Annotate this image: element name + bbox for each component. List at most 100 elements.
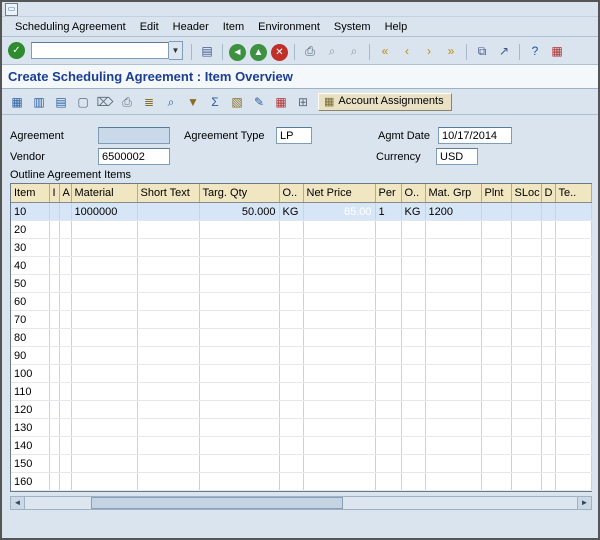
conditions-icon[interactable]: ✎ <box>249 92 269 112</box>
cell[interactable] <box>511 383 541 401</box>
cell[interactable] <box>511 419 541 437</box>
cell[interactable] <box>303 221 375 239</box>
cell[interactable] <box>137 455 199 473</box>
cell[interactable] <box>401 419 425 437</box>
cell[interactable] <box>59 293 71 311</box>
column-header-4[interactable]: Short Text <box>137 184 199 203</box>
cell[interactable] <box>401 347 425 365</box>
cell[interactable] <box>303 275 375 293</box>
customize-layout-icon[interactable]: ▦ <box>547 41 567 61</box>
cell[interactable] <box>481 275 511 293</box>
column-header-12[interactable]: SLoc <box>511 184 541 203</box>
cell[interactable] <box>279 437 303 455</box>
cell[interactable] <box>541 437 555 455</box>
cell[interactable] <box>49 293 59 311</box>
cell[interactable] <box>303 329 375 347</box>
cell[interactable]: 60 <box>11 293 49 311</box>
account-assignments-button[interactable]: ▦ Account Assignments <box>318 93 452 111</box>
cell[interactable] <box>71 329 137 347</box>
cell[interactable] <box>199 275 279 293</box>
cell[interactable] <box>59 329 71 347</box>
cell[interactable]: KG <box>401 203 425 221</box>
cell[interactable] <box>71 347 137 365</box>
cell[interactable] <box>49 329 59 347</box>
copy-item-icon[interactable]: ▥ <box>29 92 49 112</box>
cell[interactable] <box>59 437 71 455</box>
cell[interactable] <box>481 401 511 419</box>
cell[interactable] <box>555 437 591 455</box>
cell[interactable] <box>199 239 279 257</box>
cell[interactable] <box>49 365 59 383</box>
column-header-11[interactable]: Plnt <box>481 184 511 203</box>
cell[interactable] <box>71 455 137 473</box>
cell[interactable] <box>481 257 511 275</box>
cell[interactable] <box>401 455 425 473</box>
cell[interactable] <box>303 347 375 365</box>
cell[interactable] <box>375 347 401 365</box>
cell[interactable] <box>49 311 59 329</box>
cell[interactable] <box>303 365 375 383</box>
cell[interactable] <box>511 347 541 365</box>
cell[interactable]: 120 <box>11 401 49 419</box>
cell[interactable] <box>425 455 481 473</box>
cell[interactable] <box>199 473 279 491</box>
cell[interactable] <box>481 311 511 329</box>
delete-item-icon[interactable]: ⌦ <box>95 92 115 112</box>
menu-item-item[interactable]: Item <box>216 19 251 35</box>
cell[interactable] <box>303 293 375 311</box>
cell[interactable] <box>425 383 481 401</box>
back-icon[interactable]: ◄ <box>229 44 246 61</box>
cell[interactable] <box>199 221 279 239</box>
cell[interactable] <box>303 401 375 419</box>
cell[interactable] <box>541 239 555 257</box>
help-icon[interactable]: ? <box>525 41 545 61</box>
cell[interactable] <box>199 401 279 419</box>
cell[interactable] <box>279 419 303 437</box>
cell[interactable] <box>59 347 71 365</box>
cell[interactable] <box>481 473 511 491</box>
cell[interactable] <box>59 419 71 437</box>
cell[interactable] <box>481 203 511 221</box>
cell[interactable] <box>279 275 303 293</box>
currency-field[interactable] <box>436 148 478 165</box>
cell[interactable] <box>481 419 511 437</box>
cell[interactable]: 70 <box>11 311 49 329</box>
cell[interactable] <box>137 221 199 239</box>
cell[interactable] <box>199 293 279 311</box>
cell[interactable] <box>481 455 511 473</box>
menu-item-system[interactable]: System <box>327 19 378 35</box>
cell[interactable] <box>511 401 541 419</box>
cell[interactable] <box>541 419 555 437</box>
cell[interactable] <box>279 257 303 275</box>
cell[interactable] <box>279 383 303 401</box>
cell[interactable] <box>49 221 59 239</box>
cell[interactable]: 150 <box>11 455 49 473</box>
cell[interactable] <box>71 383 137 401</box>
new-item-icon[interactable]: ▢ <box>73 92 93 112</box>
cell[interactable] <box>137 275 199 293</box>
cell[interactable] <box>137 383 199 401</box>
cell[interactable] <box>59 221 71 239</box>
cell[interactable] <box>401 437 425 455</box>
cell[interactable] <box>541 311 555 329</box>
cell[interactable] <box>199 437 279 455</box>
cell[interactable]: 50 <box>11 275 49 293</box>
cell[interactable] <box>511 275 541 293</box>
cell[interactable] <box>279 329 303 347</box>
cell[interactable] <box>279 239 303 257</box>
cell[interactable] <box>49 401 59 419</box>
cell[interactable]: 1200 <box>425 203 481 221</box>
cell[interactable] <box>555 239 591 257</box>
cell[interactable] <box>199 419 279 437</box>
cell[interactable] <box>511 221 541 239</box>
cell[interactable] <box>425 347 481 365</box>
cell[interactable] <box>511 203 541 221</box>
cell[interactable] <box>541 257 555 275</box>
cell[interactable] <box>137 257 199 275</box>
vendor-field[interactable] <box>98 148 170 165</box>
menu-item-environment[interactable]: Environment <box>251 19 327 35</box>
cell[interactable] <box>375 239 401 257</box>
cell[interactable] <box>425 437 481 455</box>
cell[interactable] <box>49 347 59 365</box>
cell[interactable] <box>425 401 481 419</box>
